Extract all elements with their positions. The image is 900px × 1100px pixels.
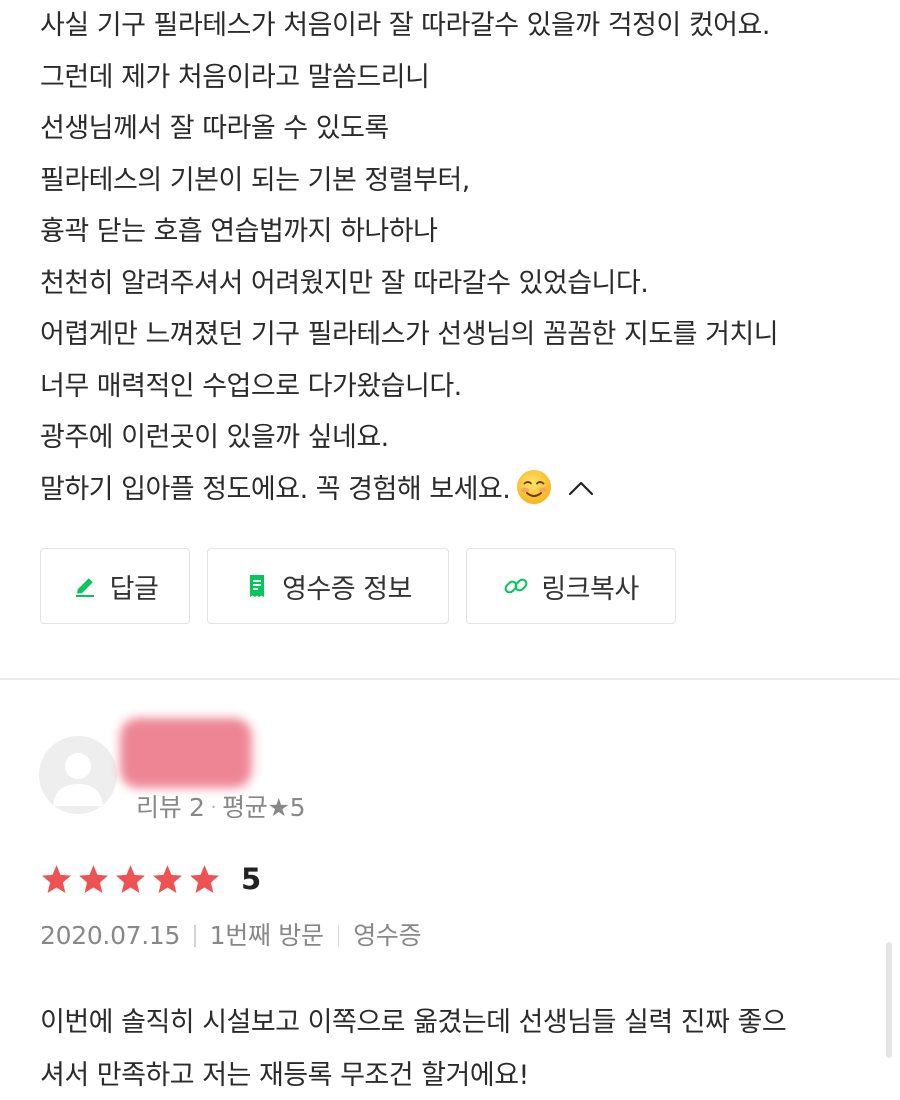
reply-button[interactable]: 답글 bbox=[40, 548, 190, 624]
review-line-last: 말하기 입아플 정도에요. 꼭 경험해 보세요. bbox=[40, 464, 880, 516]
review-line: 광주에 이런곳이 있을까 싶네요. bbox=[40, 422, 389, 453]
review-line: 흉곽 닫는 호흡 연습법까지 하나하나 bbox=[40, 216, 438, 247]
user-review-count: 리뷰 2 bbox=[136, 793, 205, 822]
separator-dot: · bbox=[210, 797, 217, 818]
rating: 5 bbox=[40, 862, 261, 896]
review-body: 사실 기구 필라테스가 처음이라 잘 따라갈수 있을까 걱정이 컸어요. 그런데… bbox=[40, 0, 880, 515]
visit-count: 1번째 방문 bbox=[209, 921, 324, 950]
star-icon bbox=[42, 864, 71, 893]
review-actions: 답글 영수증 정보 링크복사 bbox=[40, 548, 676, 624]
rating-value: 5 bbox=[241, 862, 262, 896]
review-feed: 사실 기구 필라테스가 처음이라 잘 따라갈수 있을까 걱정이 컸어요. 그런데… bbox=[0, 0, 900, 1100]
pencil-icon bbox=[75, 578, 94, 597]
review-line: 셔서 만족하고 저는 재등록 무조건 할거에요! bbox=[40, 1060, 529, 1091]
review-line: 필라테스의 기본이 되는 기본 정렬부터, bbox=[40, 164, 470, 196]
review-line: 선생님께서 잘 따라올 수 있도록 bbox=[40, 113, 389, 144]
star-icon bbox=[116, 864, 145, 893]
default-user-icon bbox=[53, 753, 103, 806]
receipt-label: 영수증 bbox=[353, 921, 422, 950]
redacted-username[interactable] bbox=[120, 718, 252, 788]
visit-date: 2020.07.15 bbox=[40, 921, 181, 950]
review-line: 어렵게만 느껴졌던 기구 필라테스가 선생님의 꼼꼼한 지도를 거치니 bbox=[40, 319, 779, 350]
smiling-face-emoji bbox=[517, 469, 552, 504]
star-icon bbox=[190, 864, 219, 893]
reply-button-label: 답글 bbox=[109, 573, 159, 605]
avatar[interactable] bbox=[39, 736, 117, 814]
review-line: 이번에 솔직히 시설보고 이쪽으로 옮겼는데 선생님들 실력 진짜 좋으 bbox=[40, 1007, 787, 1038]
scrollbar[interactable] bbox=[886, 942, 892, 1058]
separator bbox=[337, 925, 340, 947]
receipt-info-label: 영수증 정보 bbox=[282, 573, 412, 605]
review-body: 이번에 솔직히 시설보고 이쪽으로 옮겼는데 선생님들 실력 진짜 좋으 셔서 … bbox=[40, 996, 880, 1100]
receipt-icon bbox=[250, 575, 265, 597]
chevron-up-icon[interactable] bbox=[566, 476, 596, 500]
user-stats: 리뷰 2 · 평균★5 bbox=[136, 790, 306, 826]
copy-link-label: 링크복사 bbox=[541, 573, 639, 605]
link-icon bbox=[504, 578, 528, 594]
review-line: 그런데 제가 처음이라고 말씀드리니 bbox=[40, 61, 430, 93]
review-line: 천천히 알려주셔서 어려웠지만 잘 따라갈수 있었습니다. bbox=[40, 267, 649, 299]
receipt-info-button[interactable]: 영수증 정보 bbox=[207, 548, 449, 624]
review-line-text: 말하기 입아플 정도에요. 꼭 경험해 보세요. bbox=[40, 473, 511, 505]
star-icon bbox=[153, 864, 182, 893]
review-line: 사실 기구 필라테스가 처음이라 잘 따라갈수 있을까 걱정이 컸어요. bbox=[40, 10, 770, 41]
user-average-rating: 평균★5 bbox=[222, 793, 306, 822]
copy-link-button[interactable]: 링크복사 bbox=[466, 548, 676, 624]
star-icon bbox=[79, 864, 108, 893]
star-rating bbox=[40, 863, 221, 896]
review-divider bbox=[0, 678, 900, 680]
separator bbox=[194, 925, 196, 947]
review-line: 너무 매력적인 수업으로 다가왔습니다. bbox=[40, 370, 462, 402]
visit-info: 2020.07.15 1번째 방문 영수증 bbox=[40, 916, 422, 956]
